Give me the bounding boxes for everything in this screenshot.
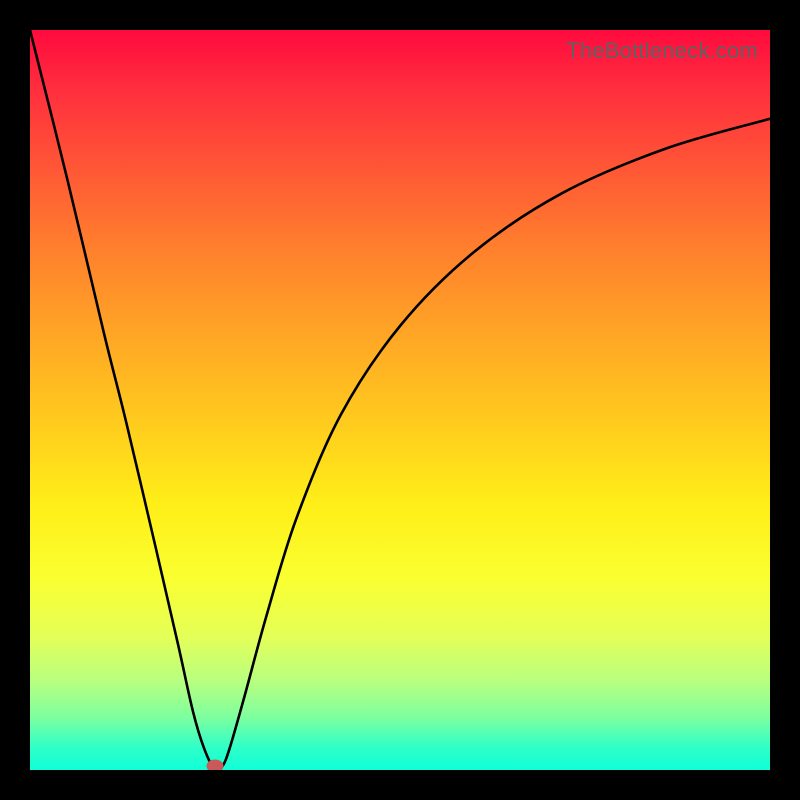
chart-frame: TheBottleneck.com bbox=[0, 0, 800, 800]
curve-layer bbox=[30, 30, 770, 770]
bottleneck-curve bbox=[30, 30, 770, 770]
minimum-marker bbox=[207, 760, 223, 770]
plot-area: TheBottleneck.com bbox=[30, 30, 770, 770]
